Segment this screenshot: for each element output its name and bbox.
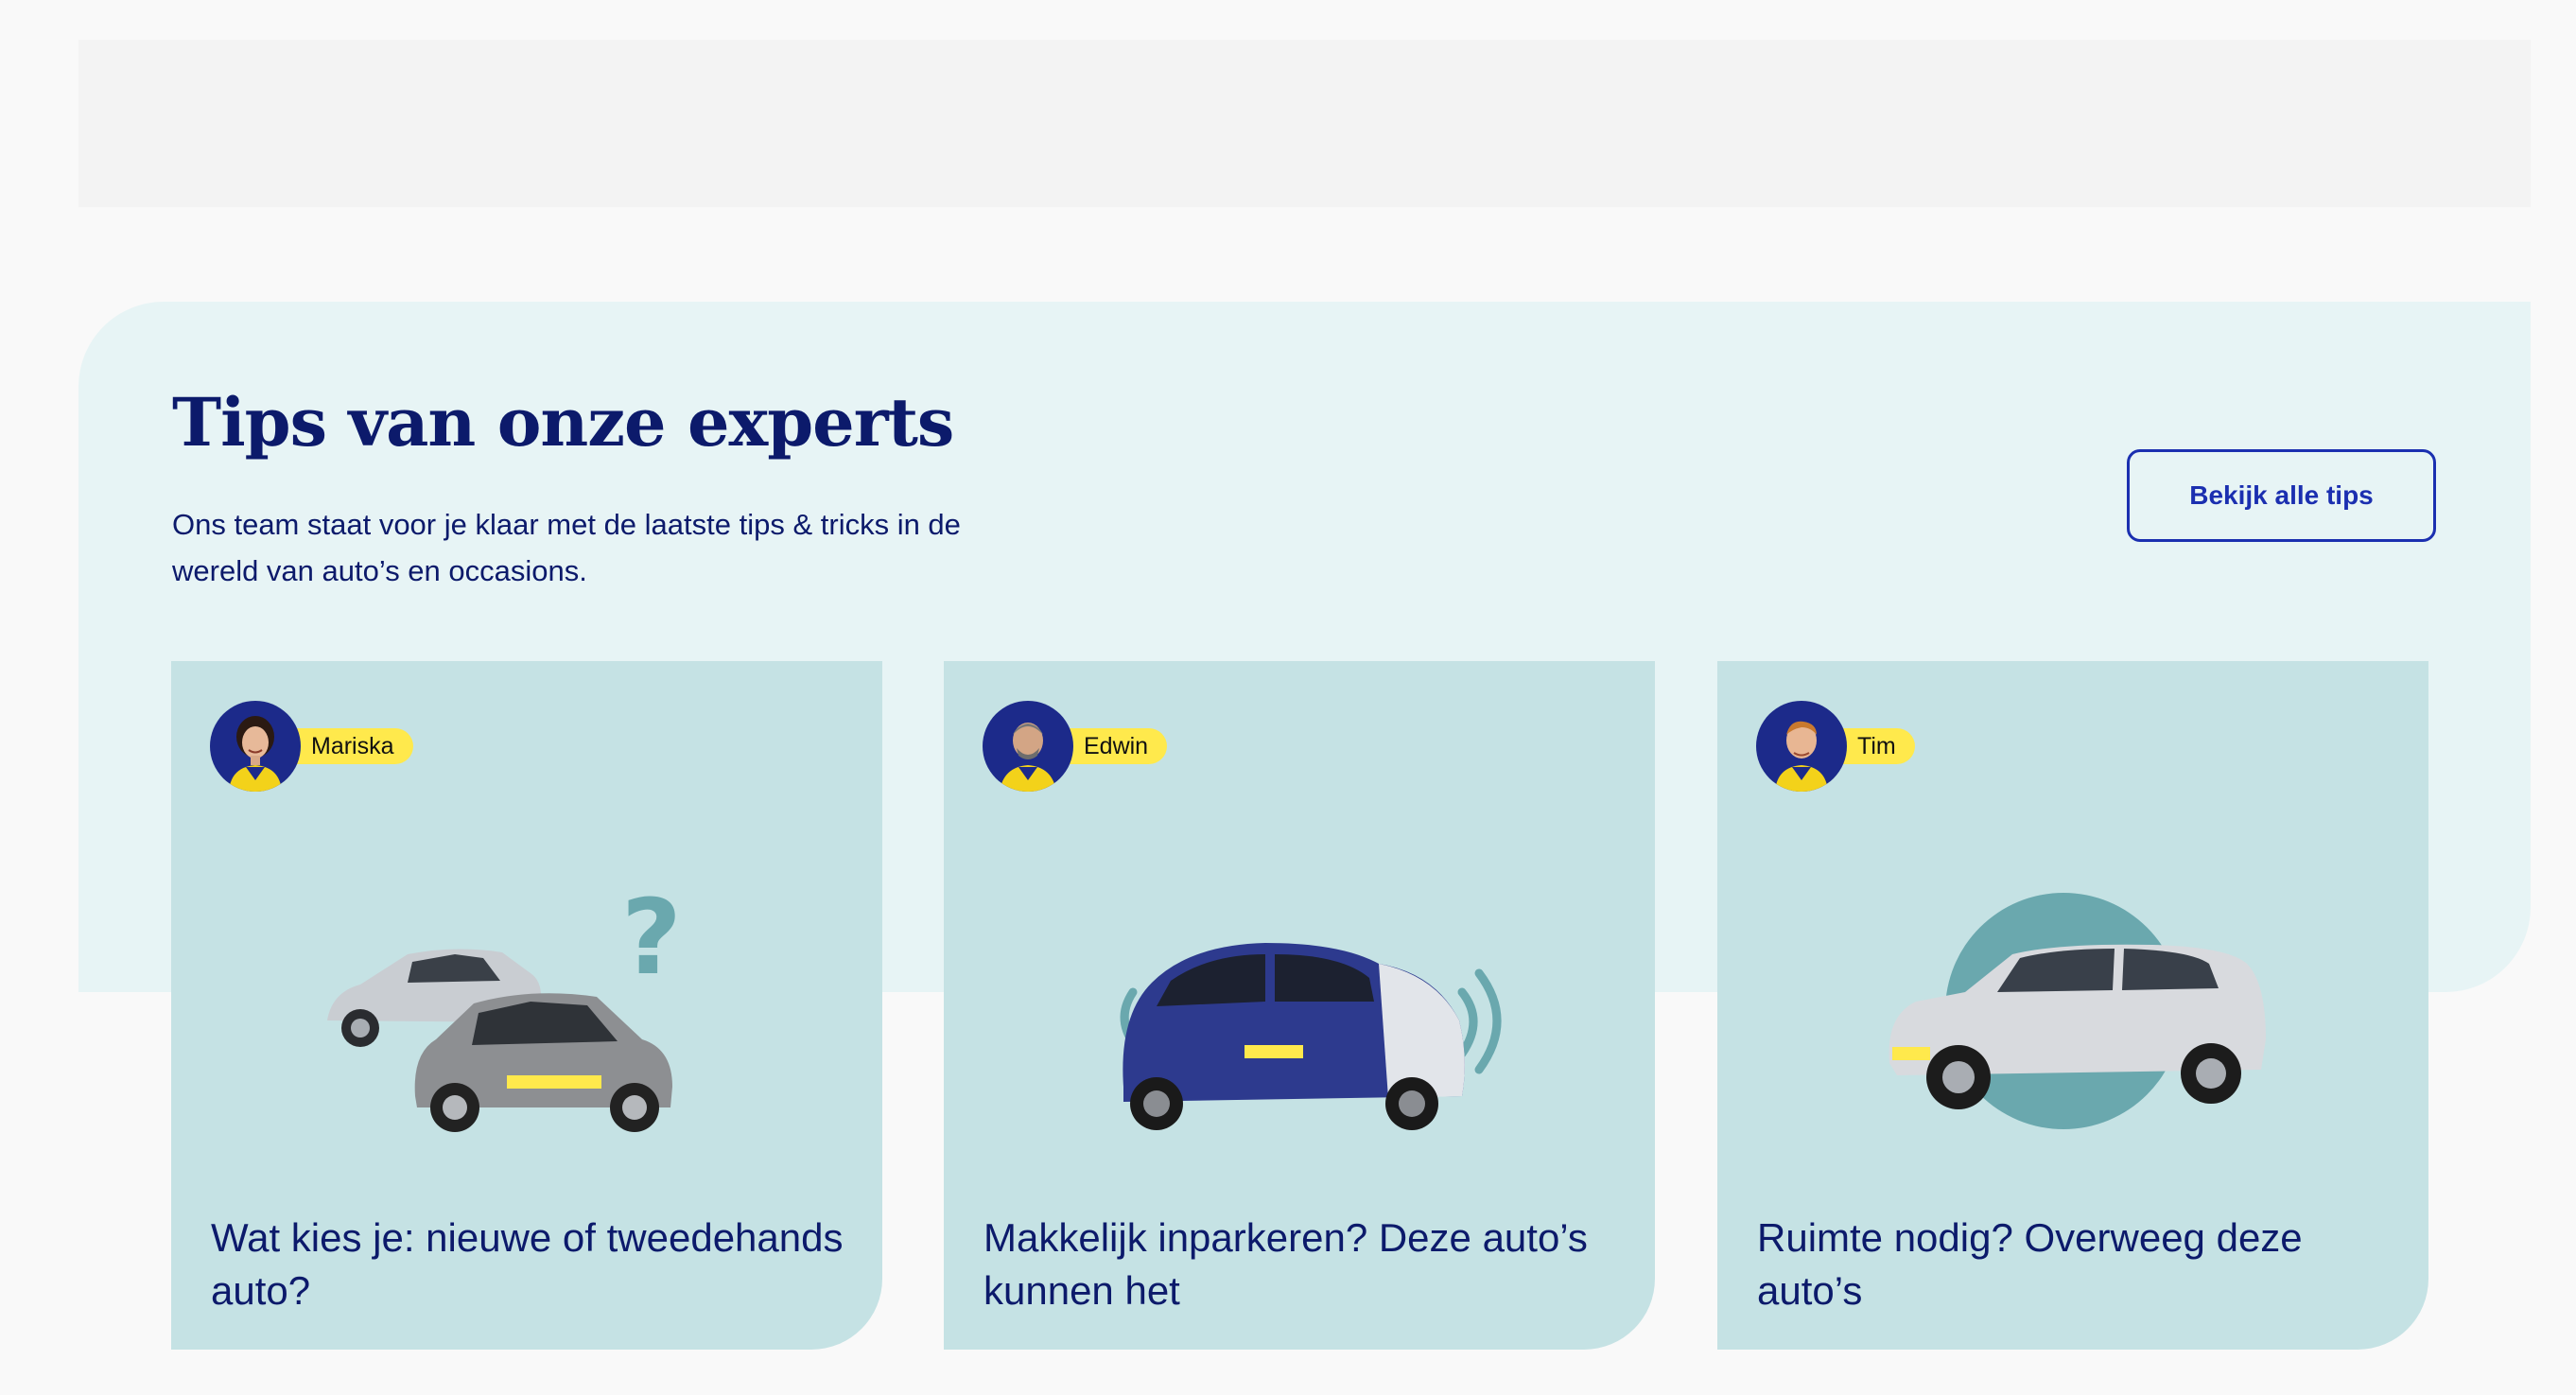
tip-card-new-or-used[interactable]: Mariska ? Wat kies je: nieuwe of tweedeh… <box>171 661 882 1350</box>
card-title: Wat kies je: nieuwe of tweedehands auto? <box>211 1215 844 1313</box>
author-badge: Mariska <box>210 701 494 792</box>
author-badge: Tim <box>1756 701 2040 792</box>
svg-text:?: ? <box>621 877 682 998</box>
author-badge: Edwin <box>983 701 1266 792</box>
author-avatar <box>1756 701 1847 792</box>
placeholder-banner <box>78 40 2531 207</box>
city-car-parking-sensor-illustration <box>944 860 1655 1153</box>
page: Tips van onze experts Ons team staat voo… <box>0 0 2576 1395</box>
card-title: Makkelijk inparkeren? Deze auto’s kunnen… <box>983 1215 1588 1313</box>
view-all-tips-button[interactable]: Bekijk alle tips <box>2127 449 2436 542</box>
suv-illustration <box>1717 860 2428 1153</box>
section-title: Tips van onze experts <box>172 383 954 462</box>
card-title: Ruimte nodig? Overweeg deze auto’s <box>1757 1215 2303 1313</box>
author-avatar <box>210 701 301 792</box>
two-cars-question-mark-illustration: ? <box>171 860 882 1153</box>
section-subtitle: Ons team staat voor je klaar met de laat… <box>172 508 961 587</box>
tip-card-more-space[interactable]: Tim Ruimte nodig? Overweeg deze auto’s <box>1717 661 2428 1350</box>
tip-card-easy-parking[interactable]: Edwin Makkelijk inparkeren? Deze auto’s … <box>944 661 1655 1350</box>
author-avatar <box>983 701 1073 792</box>
